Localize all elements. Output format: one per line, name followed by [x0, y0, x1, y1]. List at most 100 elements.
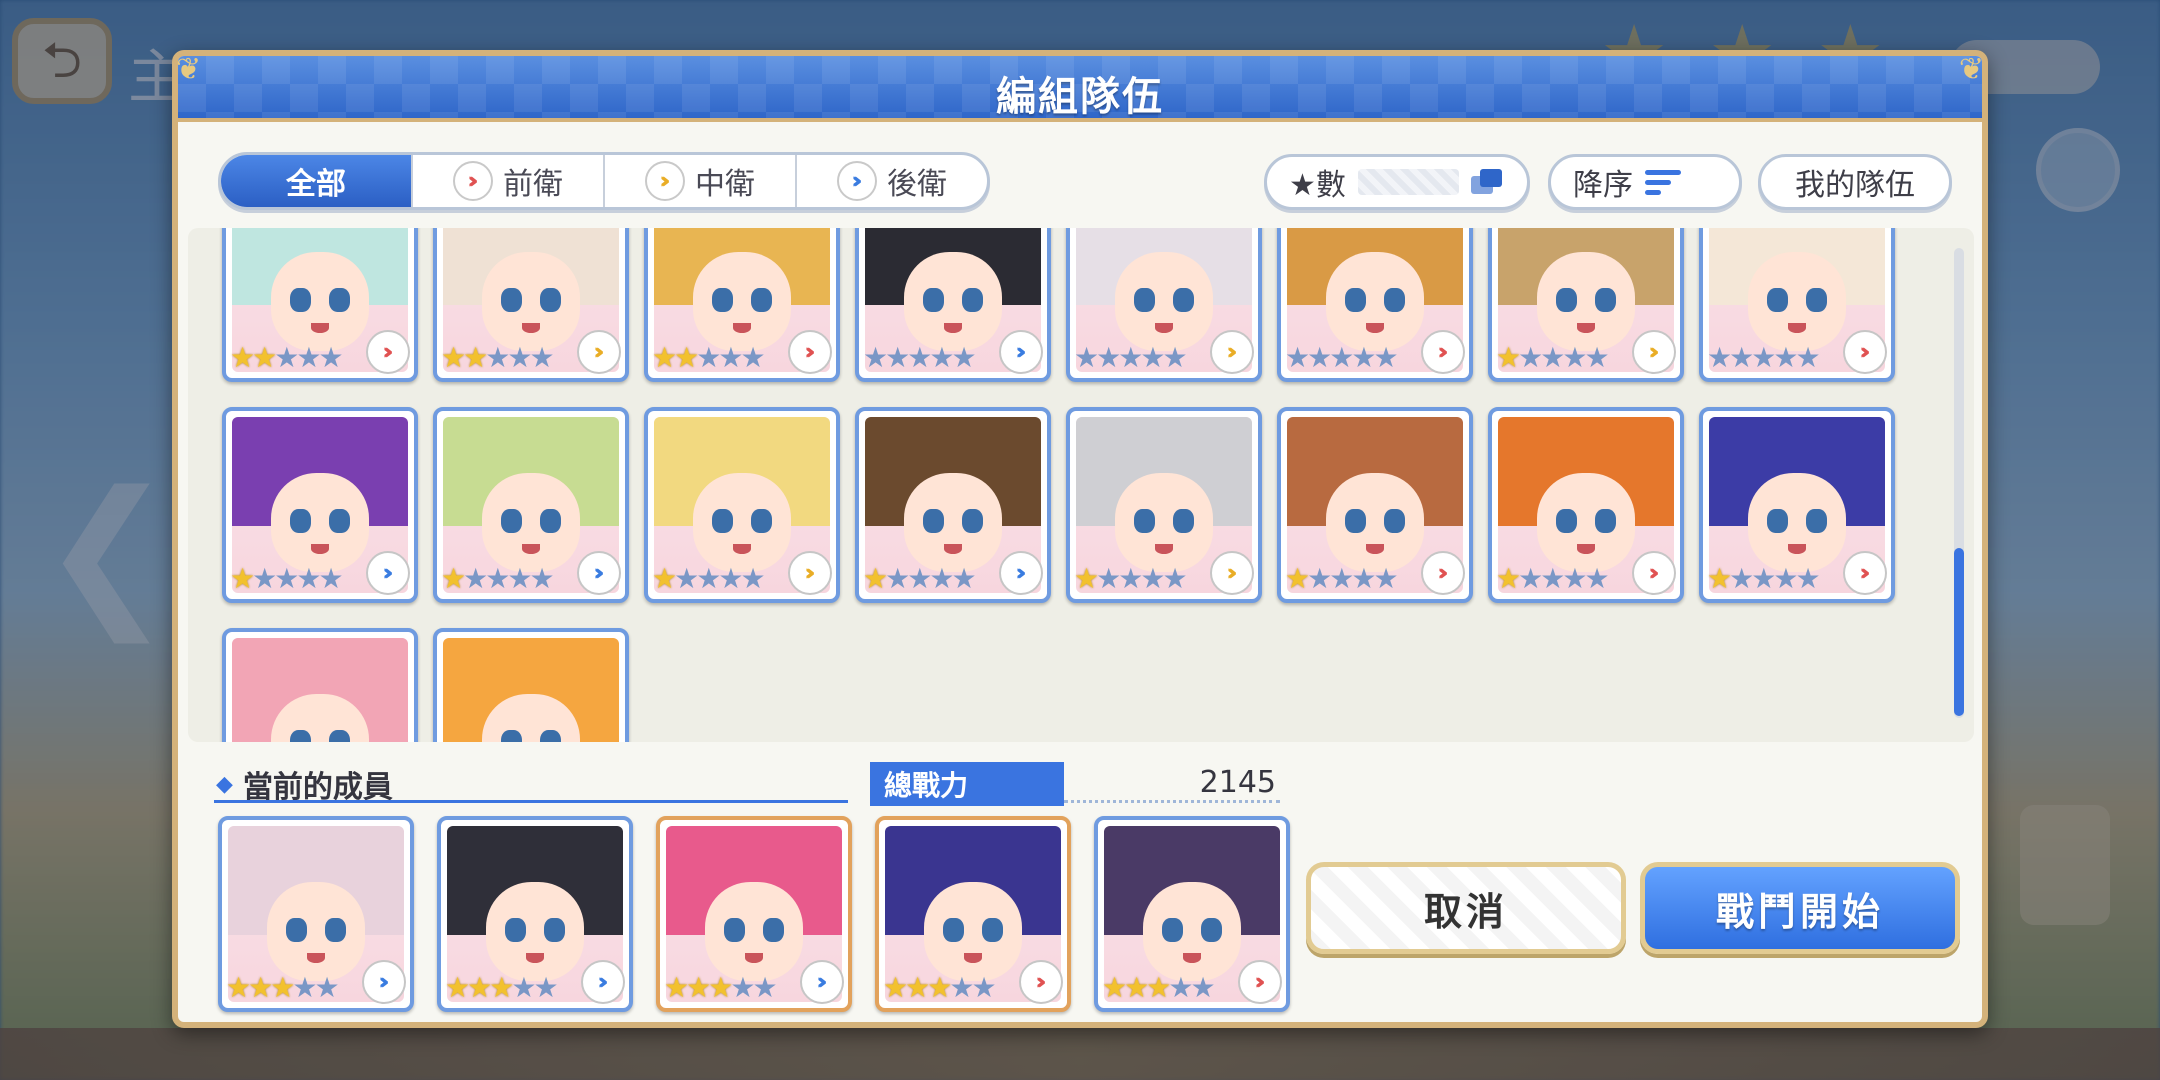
sort-descending-icon: [1645, 169, 1681, 195]
cancel-button[interactable]: 取消: [1306, 862, 1626, 954]
tab-label: 中衛: [695, 167, 755, 202]
star-rating: ★★★★★: [441, 562, 555, 595]
star-rating: ★★★★★: [1074, 562, 1188, 595]
star-rating: ★★★★★: [1496, 562, 1610, 595]
star-rating: ★★★★★: [230, 562, 344, 595]
roster-character-card[interactable]: ★★★★★›››: [433, 628, 629, 742]
roster-character-card[interactable]: ★★★★★›››: [1488, 228, 1684, 382]
star-rating: ★★★★★: [1285, 562, 1399, 595]
roster-character-card[interactable]: ★★★★★ ›››: [1488, 407, 1684, 603]
roster-character-card[interactable]: ★★★★★ ›››: [1699, 407, 1895, 603]
front-role-icon: ›››: [788, 330, 832, 374]
sort-key-bar: [1357, 169, 1459, 195]
rear-role-icon: ›››: [581, 960, 625, 1004]
star-rating: ★★★★★: [863, 341, 977, 374]
front-role-icon: ›››: [453, 161, 493, 201]
total-power-value: 2145: [1064, 765, 1280, 803]
my-team-button[interactable]: 我的隊伍: [1758, 154, 1952, 210]
rear-role-icon: ›››: [999, 330, 1043, 374]
star-rating: ★★★★★: [1102, 971, 1216, 1004]
roster-character-card[interactable]: ★★★★★ ›››: [222, 228, 418, 382]
star-rating: ★★★★★: [230, 341, 344, 374]
dialog-title: 編組隊伍: [996, 74, 1164, 120]
roster-character-card[interactable]: ★★★★★ ›››: [644, 228, 840, 382]
middle-role-icon: ›››: [645, 161, 685, 201]
scrollbar-thumb[interactable]: [1954, 548, 1964, 716]
roster-character-card[interactable]: ★★★★★ ›››: [1277, 228, 1473, 382]
my-team-label: 我的隊伍: [1795, 168, 1915, 203]
start-battle-button[interactable]: 戰鬥開始: [1640, 862, 1960, 954]
tab-label: 前衛: [503, 167, 563, 202]
star-rating: ★★★★★: [1707, 341, 1821, 374]
star-rating: ★★★★★: [445, 971, 559, 1004]
position-filter-tabs: 全部 ››› 前衛 ››› 中衛 ››› 後衛: [218, 152, 990, 210]
roster-character-card[interactable]: ★★★★★ ›››: [855, 407, 1051, 603]
member-character-card[interactable]: ★★★★★ ›››: [1094, 816, 1290, 1012]
roster-character-card[interactable]: ★★★★★ ›››: [1699, 228, 1895, 382]
roster-character-card[interactable]: ★★★★★ ›››: [855, 228, 1051, 382]
front-role-icon: ›››: [1421, 551, 1465, 595]
tab-all[interactable]: 全部: [221, 155, 411, 207]
total-power-label: 總戰力: [870, 762, 1064, 806]
middle-role-icon: ›››: [1210, 330, 1254, 374]
star-rating: ★★★★★: [652, 562, 766, 595]
total-power: 總戰力 2145: [870, 762, 1280, 806]
rear-role-icon: ›››: [837, 161, 877, 201]
rear-role-icon: ›››: [362, 960, 406, 1004]
members-divider: [214, 800, 848, 803]
front-role-icon: ›››: [1632, 551, 1676, 595]
tab-label: 後衛: [887, 167, 947, 202]
front-role-icon: ›››: [1238, 960, 1282, 1004]
character-portrait: [232, 638, 408, 742]
roster-character-card[interactable]: ★★★★★ ›››: [644, 407, 840, 603]
rear-role-icon: ›››: [366, 551, 410, 595]
tab-middle[interactable]: ››› 中衛: [603, 155, 795, 207]
dialog-header: 編組隊伍: [178, 56, 1982, 122]
roster-character-card[interactable]: ★★★★★›››: [222, 628, 418, 742]
corner-ornament-icon: ❦: [176, 52, 202, 87]
middle-role-icon: ›››: [577, 330, 621, 374]
roster-character-card[interactable]: ★★★★★ ›››: [1277, 407, 1473, 603]
front-role-icon: ›››: [1843, 330, 1887, 374]
member-character-card[interactable]: ★★★★★ ›››: [437, 816, 633, 1012]
copy-icon: [1471, 168, 1505, 196]
middle-role-icon: ›››: [1632, 330, 1676, 374]
middle-role-icon: ›››: [788, 551, 832, 595]
rear-role-icon: ›››: [800, 960, 844, 1004]
middle-role-icon: ›››: [1210, 551, 1254, 595]
front-role-icon: ›››: [1421, 330, 1465, 374]
diamond-icon: ◆: [216, 771, 233, 797]
rear-role-icon: ›››: [577, 551, 621, 595]
team-edit-dialog: 編組隊伍 ❦ ❦ 全部 ››› 前衛 ››› 中衛 ››› 後衛 ★數 降序 我的隊伍…: [172, 50, 1988, 1028]
roster-character-card[interactable]: ★★★★★ ›››: [1066, 228, 1262, 382]
roster-character-card[interactable]: ★★★★★ ›››: [1066, 407, 1262, 603]
member-character-card[interactable]: ★★★★★ ›››: [218, 816, 414, 1012]
tab-front[interactable]: ››› 前衛: [411, 155, 603, 207]
roster-character-card[interactable]: ★★★★★ ›››: [433, 228, 629, 382]
star-rating: ★★★★★: [1074, 341, 1188, 374]
roster-character-card[interactable]: ★★★★★ ›››: [433, 407, 629, 603]
star-rating: ★★★★★: [1285, 341, 1399, 374]
star-rating: ★★★★★: [1707, 562, 1821, 595]
star-rating: ★★★★★: [652, 341, 766, 374]
front-role-icon: ›››: [1019, 960, 1063, 1004]
tab-label: 全部: [286, 167, 346, 202]
roster-character-card[interactable]: ★★★★★ ›››: [222, 407, 418, 603]
sort-key-label: ★數: [1289, 168, 1346, 203]
character-portrait: [443, 638, 619, 742]
star-rating: ★★★★★: [883, 971, 997, 1004]
star-rating: ★★★★★: [863, 562, 977, 595]
sort-key-button[interactable]: ★數: [1264, 154, 1530, 210]
star-rating: ★★★★★: [664, 971, 778, 1004]
front-role-icon: ›››: [366, 330, 410, 374]
star-rating: ★★★★★: [441, 341, 555, 374]
corner-ornament-icon: ❦: [1958, 52, 1984, 87]
member-character-card[interactable]: ★★★★★ ›››: [656, 816, 852, 1012]
front-role-icon: ›››: [1843, 551, 1887, 595]
rear-role-icon: ›››: [999, 551, 1043, 595]
star-rating: ★★★★★: [226, 971, 340, 1004]
tab-rear[interactable]: ››› 後衛: [795, 155, 987, 207]
member-character-card[interactable]: ★★★★★ ›››: [875, 816, 1071, 1012]
roster-scrollbar[interactable]: [1954, 248, 1964, 718]
sort-order-button[interactable]: 降序: [1548, 154, 1742, 210]
